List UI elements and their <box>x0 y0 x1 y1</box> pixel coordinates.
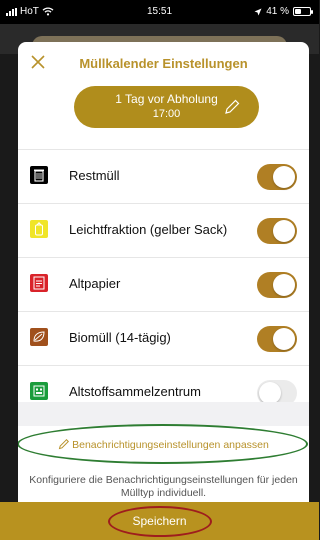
settings-sheet: Müllkalender Einstellungen 1 Tag vor Abh… <box>18 42 309 540</box>
waste-type-label: Altpapier <box>69 276 121 291</box>
annotation-ellipse-red <box>108 506 212 537</box>
list-item: Restmüll <box>18 149 309 203</box>
paper-icon <box>30 274 48 292</box>
toggle-knob <box>273 274 295 296</box>
list-item: Leichtfraktion (gelber Sack) <box>18 203 309 257</box>
waste-type-label: Leichtfraktion (gelber Sack) <box>69 222 228 237</box>
list-item: Altpapier <box>18 257 309 311</box>
waste-type-list: Restmüll Leichtfraktion (gelber Sack) Al… <box>18 149 309 419</box>
battery-percent: 41 % <box>266 6 289 17</box>
section-divider <box>18 402 309 426</box>
pencil-icon <box>225 99 240 114</box>
battery-icon <box>293 7 313 16</box>
toggle-knob <box>273 328 295 350</box>
waste-type-label: Altstoffsammelzentrum <box>69 384 201 399</box>
toggle-knob <box>273 220 295 242</box>
toggle-knob <box>273 166 295 188</box>
reminder-time-button[interactable]: 1 Tag vor Abholung 17:00 <box>74 86 259 128</box>
waste-type-label: Biomüll (14-tägig) <box>69 330 171 345</box>
waste-type-label: Restmüll <box>69 168 120 183</box>
page-title: Müllkalender Einstellungen <box>79 56 248 71</box>
status-right: 41 % <box>254 6 313 17</box>
sheet-header: Müllkalender Einstellungen <box>18 42 309 84</box>
description-text: Konfiguriere die Benachrichtigungseinste… <box>29 474 298 499</box>
toggle-switch[interactable] <box>257 164 297 190</box>
toggle-knob <box>259 382 281 404</box>
yellow-bag-icon <box>30 220 48 238</box>
list-item: Biomüll (14-tägig) <box>18 311 309 365</box>
save-bar: Speichern <box>0 502 319 540</box>
annotation-ellipse-green <box>18 424 308 464</box>
recycling-center-icon <box>30 382 48 400</box>
toggle-switch[interactable] <box>257 326 297 352</box>
toggle-switch[interactable] <box>257 272 297 298</box>
trash-can-icon <box>30 166 48 184</box>
status-bar: HoT 15:51 41 % <box>0 0 319 24</box>
toggle-switch[interactable] <box>257 218 297 244</box>
location-arrow-icon <box>254 8 262 15</box>
bio-waste-icon <box>30 328 48 346</box>
